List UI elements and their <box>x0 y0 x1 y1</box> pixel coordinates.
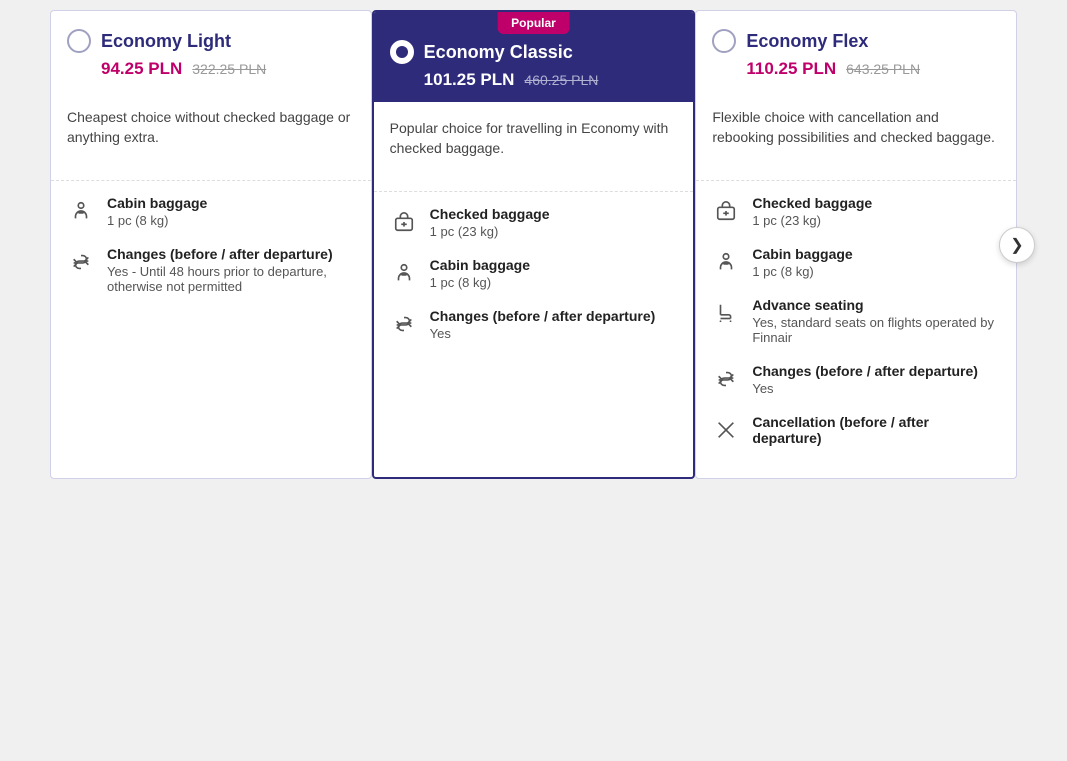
plan-name: Economy Classic <box>424 42 573 63</box>
card-description: Popular choice for travelling in Economy… <box>374 102 694 192</box>
feature-title: Checked baggage <box>430 206 678 222</box>
card-title-row: Economy Light <box>67 29 355 53</box>
features-list: Checked baggage 1 pc (23 kg) Cabin bagga… <box>374 192 694 373</box>
suitcase-icon <box>390 208 418 236</box>
feature-detail: Yes - Until 48 hours prior to departure,… <box>107 264 355 294</box>
price-current: 110.25 PLN <box>746 59 836 79</box>
feature-item: Cabin baggage 1 pc (8 kg) <box>390 257 678 290</box>
card-description: Flexible choice with cancellation and re… <box>696 91 1016 181</box>
feature-detail: Yes <box>752 381 1000 396</box>
features-list: Checked baggage 1 pc (23 kg) Cabin bagga… <box>696 181 1016 478</box>
popular-badge: Popular <box>497 12 570 34</box>
feature-detail: 1 pc (23 kg) <box>430 224 678 239</box>
feature-title: Changes (before / after departure) <box>430 308 678 324</box>
feature-detail: 1 pc (23 kg) <box>752 213 1000 228</box>
feature-detail: Yes <box>430 326 678 341</box>
feature-title: Checked baggage <box>752 195 1000 211</box>
feature-title: Cabin baggage <box>752 246 1000 262</box>
fare-cards-container: Economy Light 94.25 PLN 322.25 PLN Cheap… <box>50 10 1017 479</box>
plan-name: Economy Light <box>101 31 231 52</box>
seat-icon <box>712 299 740 327</box>
card-title-row: Economy Classic <box>390 40 678 64</box>
feature-detail: 1 pc (8 kg) <box>107 213 355 228</box>
price-original: 643.25 PLN <box>846 61 920 77</box>
card-header: Economy Light 94.25 PLN 322.25 PLN <box>51 11 371 91</box>
card-header: Economy Flex 110.25 PLN 643.25 PLN <box>696 11 1016 91</box>
changes-icon <box>390 310 418 338</box>
feature-title: Changes (before / after departure) <box>107 246 355 262</box>
person-icon <box>67 197 95 225</box>
price-row: 110.25 PLN 643.25 PLN <box>712 59 1000 79</box>
price-original: 322.25 PLN <box>192 61 266 77</box>
feature-item: Cabin baggage 1 pc (8 kg) <box>712 246 1000 279</box>
radio-unselected[interactable] <box>67 29 91 53</box>
feature-item: Changes (before / after departure) Yes <box>712 363 1000 396</box>
fare-card-light[interactable]: Economy Light 94.25 PLN 322.25 PLN Cheap… <box>50 10 372 479</box>
feature-detail: Yes, standard seats on flights operated … <box>752 315 1000 345</box>
price-current: 94.25 PLN <box>101 59 182 79</box>
fare-card-classic[interactable]: Popular Economy Classic 101.25 PLN 460.2… <box>372 10 696 479</box>
features-list: Cabin baggage 1 pc (8 kg) Changes (befor… <box>51 181 371 326</box>
radio-selected[interactable] <box>390 40 414 64</box>
card-description: Cheapest choice without checked baggage … <box>51 91 371 181</box>
next-arrow-button[interactable]: ❯ <box>999 227 1035 263</box>
price-original: 460.25 PLN <box>524 72 598 88</box>
suitcase-icon <box>712 197 740 225</box>
feature-detail: 1 pc (8 kg) <box>430 275 678 290</box>
fare-card-flex[interactable]: Economy Flex 110.25 PLN 643.25 PLN Flexi… <box>695 10 1017 479</box>
changes-icon <box>712 365 740 393</box>
feature-item: Checked baggage 1 pc (23 kg) <box>390 206 678 239</box>
feature-title: Advance seating <box>752 297 1000 313</box>
price-row: 94.25 PLN 322.25 PLN <box>67 59 355 79</box>
feature-title: Changes (before / after departure) <box>752 363 1000 379</box>
feature-item: Checked baggage 1 pc (23 kg) <box>712 195 1000 228</box>
feature-item: Advance seating Yes, standard seats on f… <box>712 297 1000 345</box>
changes-icon <box>67 248 95 276</box>
cancel-icon <box>712 416 740 444</box>
price-current: 101.25 PLN <box>424 70 515 90</box>
feature-item: Cancellation (before / after departure) <box>712 414 1000 446</box>
feature-title: Cabin baggage <box>107 195 355 211</box>
radio-unselected[interactable] <box>712 29 736 53</box>
feature-title: Cabin baggage <box>430 257 678 273</box>
price-row: 101.25 PLN 460.25 PLN <box>390 70 678 90</box>
feature-item: Changes (before / after departure) Yes <box>390 308 678 341</box>
person-icon <box>390 259 418 287</box>
plan-name: Economy Flex <box>746 31 868 52</box>
feature-item: Changes (before / after departure) Yes -… <box>67 246 355 294</box>
person-icon <box>712 248 740 276</box>
card-title-row: Economy Flex <box>712 29 1000 53</box>
feature-detail: 1 pc (8 kg) <box>752 264 1000 279</box>
feature-title: Cancellation (before / after departure) <box>752 414 1000 446</box>
feature-item: Cabin baggage 1 pc (8 kg) <box>67 195 355 228</box>
